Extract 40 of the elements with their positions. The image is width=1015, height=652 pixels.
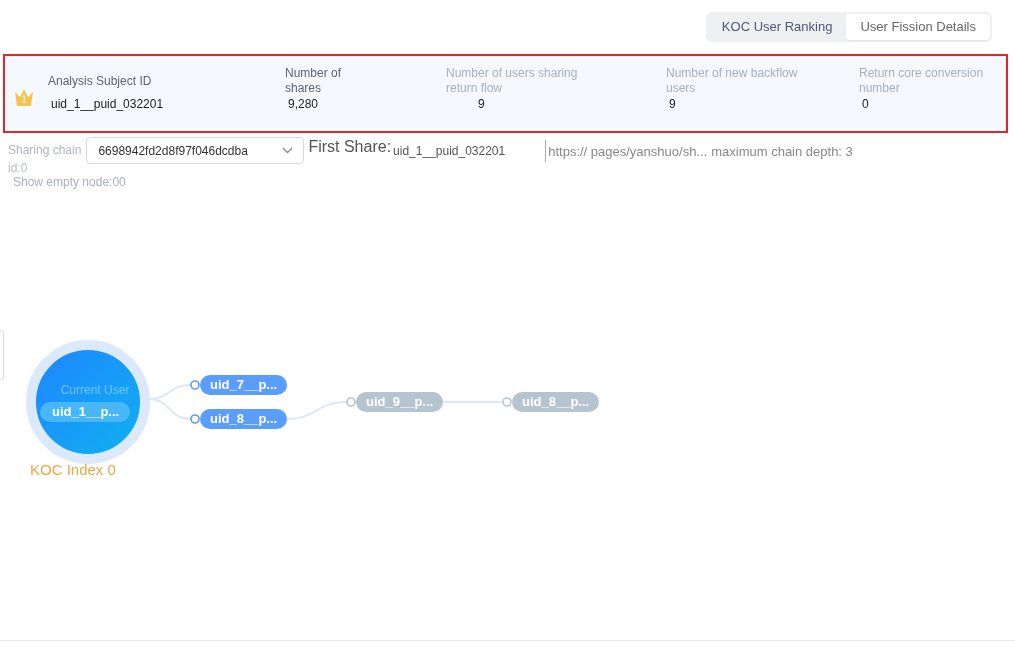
chevron-down-icon (282, 147, 294, 154)
edge-line (286, 401, 347, 420)
user-node[interactable]: uid_9__p... (356, 392, 443, 412)
ring-icon (190, 380, 200, 390)
panel-edge (0, 330, 4, 380)
first-share-value: uid_1__puid_032201 (393, 144, 506, 158)
rank-number: 1 (21, 93, 27, 105)
tab[interactable]: KOC User Ranking (707, 14, 847, 40)
metric-value: 0 (861, 97, 869, 111)
chain-select[interactable]: 6698942fd2d8f97f046dcdba (86, 137, 305, 164)
metric-label: Analysis Subject ID (48, 73, 152, 89)
current-user-node[interactable]: Current User uid_1__p... (26, 340, 150, 464)
metric-label: Number of users sharing return flow (446, 66, 579, 96)
user-node[interactable]: uid_7__p... (200, 375, 287, 395)
metric-value: 9 (668, 97, 676, 111)
metric-label: Number of new backflow users (666, 66, 799, 96)
field-label: Sharing chain (8, 143, 82, 157)
metric-value: uid_1__puid_032201 (50, 97, 164, 111)
max-depth-text: maximum chain depth: 3 (711, 144, 853, 161)
share-url-text: https:// pages/yanshuo/sh... (548, 144, 708, 161)
crown-icon (14, 87, 34, 106)
metric-value: 9 (477, 97, 485, 111)
chain-id-text: id:0 (8, 161, 29, 175)
ring-icon (346, 397, 356, 407)
user-node[interactable]: uid_8__p... (200, 409, 287, 429)
show-empty-node-label: Show empty node: (13, 175, 113, 189)
user-node[interactable]: uid_8__p... (512, 392, 599, 412)
ring-icon (190, 414, 200, 424)
metric-label: Number of shares (285, 66, 343, 96)
tab[interactable]: User Fission Details (846, 14, 990, 40)
user-id-pill: uid_1__p... (40, 401, 130, 422)
metric-value: 9,280 (287, 97, 319, 111)
show-empty-node-value: 00 (112, 175, 126, 189)
metric-label: Return core conversion number (859, 66, 985, 96)
ring-icon (502, 397, 512, 407)
edge-line (442, 401, 503, 403)
node-title: Current User (60, 382, 130, 397)
first-share-label: First Share: (308, 137, 392, 157)
edge-line (148, 398, 191, 420)
koc-index-label: KOC Index 0 (30, 461, 116, 479)
